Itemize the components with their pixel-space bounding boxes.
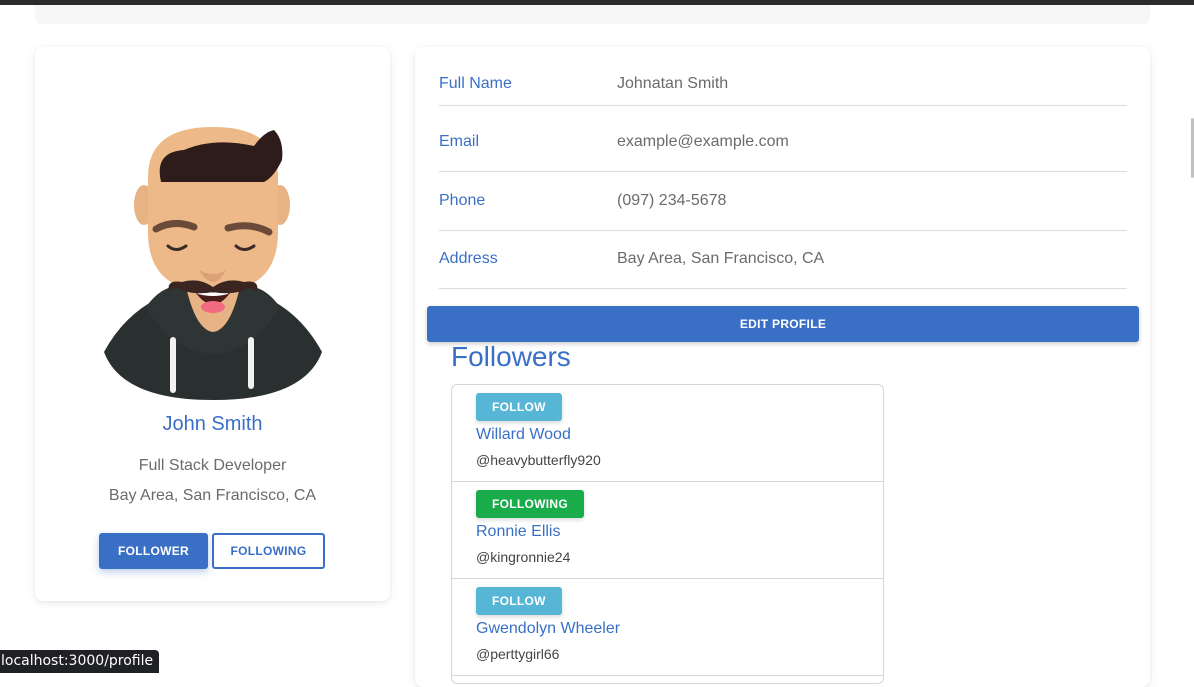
status-bar-url: localhost:3000/profile bbox=[0, 650, 160, 673]
follower-name[interactable]: Ronnie Ellis bbox=[476, 523, 560, 541]
info-row-email: Email example@example.com bbox=[439, 113, 1127, 172]
avatar bbox=[104, 127, 322, 400]
info-row-address: Address Bay Area, San Francisco, CA bbox=[439, 230, 1127, 289]
list-item: FOLLOW Gwendolyn Wheeler @perttygirl66 bbox=[452, 579, 883, 676]
info-label: Email bbox=[439, 133, 480, 150]
info-label: Address bbox=[439, 250, 498, 267]
info-label: Full Name bbox=[439, 75, 512, 92]
follower-handle: @heavybutterfly920 bbox=[476, 452, 601, 468]
edit-profile-button[interactable]: EDIT PROFILE bbox=[427, 306, 1139, 342]
follow-button[interactable]: FOLLOW bbox=[476, 587, 562, 615]
followers-title: Followers bbox=[451, 341, 571, 372]
follower-handle: @perttygirl66 bbox=[476, 646, 560, 662]
following-status-button[interactable]: FOLLOWING bbox=[476, 490, 585, 518]
info-value: Bay Area, San Francisco, CA bbox=[617, 250, 825, 267]
list-item: FOLLOW Willard Wood @heavybutterfly920 bbox=[452, 385, 883, 482]
profile-role: Full Stack Developer bbox=[138, 457, 287, 474]
follow-button[interactable]: FOLLOW bbox=[476, 393, 562, 421]
profile-name: John Smith bbox=[162, 413, 263, 435]
profile-location: Bay Area, San Francisco, CA bbox=[108, 487, 317, 504]
list-item: FOLLOWING Ronnie Ellis @kingronnie24 bbox=[452, 482, 883, 579]
follower-name[interactable]: Gwendolyn Wheeler bbox=[476, 620, 620, 638]
follower-name[interactable]: Willard Wood bbox=[476, 426, 571, 444]
profile-card: John Smith Full Stack Developer Bay Area… bbox=[35, 47, 390, 601]
info-value: (097) 234-5678 bbox=[617, 192, 727, 209]
follower-button[interactable]: FOLLOWER bbox=[99, 533, 208, 569]
followers-list: FOLLOW Willard Wood @heavybutterfly920 F… bbox=[451, 384, 884, 684]
info-row-phone: Phone (097) 234-5678 bbox=[439, 172, 1127, 231]
info-card: Full Name Johnatan Smith Email example@e… bbox=[415, 47, 1150, 687]
info-value: example@example.com bbox=[617, 133, 789, 150]
info-row-full-name: Full Name Johnatan Smith bbox=[439, 47, 1127, 106]
info-label: Phone bbox=[439, 192, 486, 209]
following-button[interactable]: FOLLOWING bbox=[212, 533, 325, 569]
info-value: Johnatan Smith bbox=[617, 75, 729, 92]
header-strip bbox=[35, 5, 1150, 24]
follower-handle: @kingronnie24 bbox=[476, 549, 571, 565]
